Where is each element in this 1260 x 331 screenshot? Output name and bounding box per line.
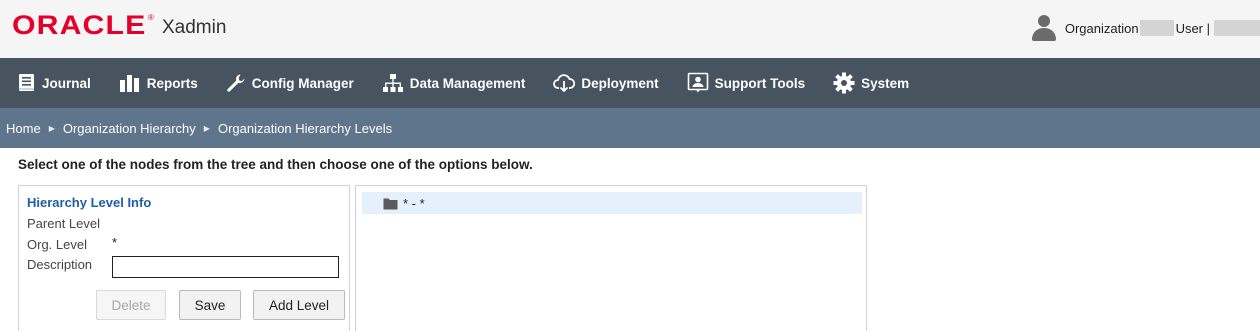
description-field[interactable] [112, 256, 339, 278]
organization-value-redacted [1139, 20, 1174, 36]
user-value-redacted [1214, 20, 1260, 36]
cloud-download-icon [553, 74, 576, 93]
nav-config-manager-label: Config Manager [251, 75, 354, 91]
nav-journal-label: Journal [42, 75, 91, 91]
oracle-logo[interactable]: ORACLE [12, 10, 146, 41]
panel-title: Hierarchy Level Info [27, 195, 152, 210]
description-label: Description [27, 257, 93, 272]
hierarchy-icon [382, 74, 403, 92]
save-button[interactable]: Save [179, 290, 241, 320]
gear-icon [833, 72, 855, 94]
breadcrumb: Home ▶ Organization Hierarchy ▶ Organiza… [0, 108, 1260, 148]
support-icon [687, 72, 708, 93]
app-header: ORACLE ® Xadmin Organization User | [0, 0, 1260, 58]
nav-support-tools-label: Support Tools [714, 75, 806, 91]
hierarchy-tree-panel: * - * [355, 185, 867, 331]
breadcrumb-organization-hierarchy[interactable]: Organization Hierarchy [63, 121, 196, 136]
journal-icon [19, 74, 34, 91]
tree-node[interactable]: * - * [362, 192, 862, 214]
nav-journal[interactable]: Journal [18, 73, 91, 93]
nav-support-tools[interactable]: Support Tools [687, 72, 806, 94]
user-icon[interactable] [1031, 14, 1057, 42]
nav-reports-label: Reports [146, 75, 198, 91]
add-level-button[interactable]: Add Level [253, 290, 345, 320]
user-menu[interactable]: Organization User | [1031, 14, 1260, 42]
app-name: Xadmin [162, 17, 227, 38]
instructions-text: Select one of the nodes from the tree an… [18, 157, 533, 172]
nav-system-label: System [861, 75, 910, 91]
nav-data-management[interactable]: Data Management [382, 73, 526, 93]
nav-system[interactable]: System [833, 72, 909, 94]
main-nav: Journal Reports Config Manager Data Mana… [0, 58, 1260, 108]
nav-deployment-label: Deployment [581, 75, 659, 91]
parent-level-label: Parent Level [27, 216, 100, 231]
nav-data-management-label: Data Management [409, 75, 526, 91]
nav-reports[interactable]: Reports [119, 73, 198, 93]
delete-button[interactable]: Delete [96, 290, 166, 320]
hierarchy-level-info-panel: Hierarchy Level Info Parent Level Org. L… [18, 185, 350, 331]
breadcrumb-separator-icon: ▶ [48, 123, 55, 133]
breadcrumb-separator-icon: ▶ [203, 123, 210, 133]
breadcrumb-home[interactable]: Home [6, 121, 41, 136]
reports-icon [119, 75, 139, 92]
org-level-label: Org. Level [27, 237, 87, 252]
folder-icon [383, 198, 398, 209]
tree-node-label: * - * [403, 195, 425, 211]
nav-config-manager[interactable]: Config Manager [226, 73, 354, 93]
breadcrumb-current-page: Organization Hierarchy Levels [217, 120, 393, 136]
user-label: User | [1175, 20, 1210, 36]
wrench-icon [227, 74, 245, 92]
nav-deployment[interactable]: Deployment [553, 73, 659, 93]
registered-mark: ® [148, 13, 154, 22]
org-level-value: * [112, 235, 118, 250]
organization-label: Organization [1064, 20, 1139, 36]
